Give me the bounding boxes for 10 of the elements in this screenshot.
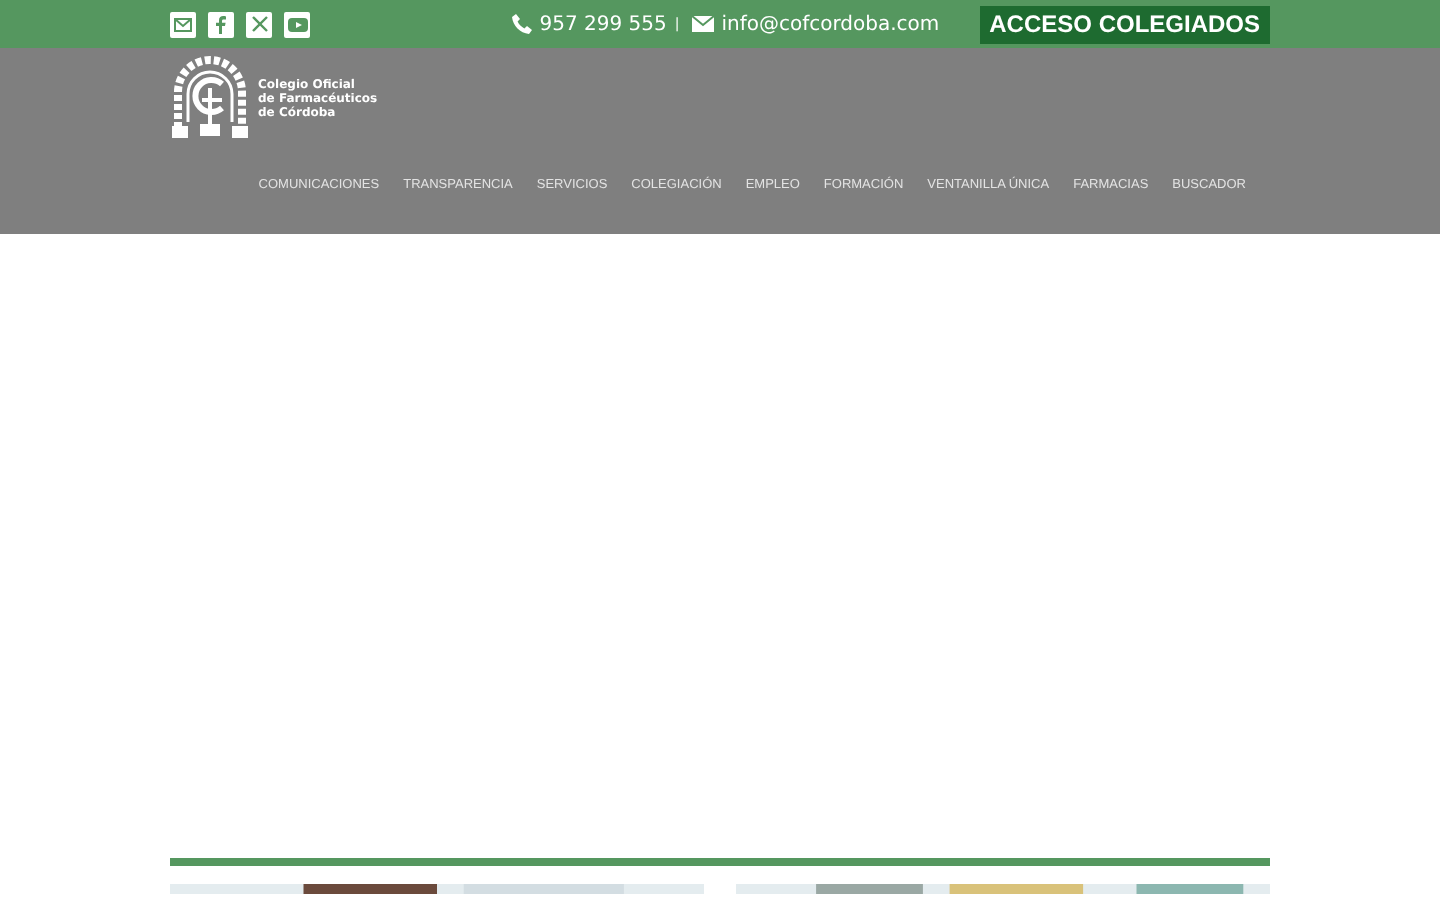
x-icon[interactable] bbox=[246, 11, 272, 37]
youtube-icon[interactable] bbox=[284, 11, 310, 37]
phone-number[interactable]: 957 299 555 bbox=[539, 13, 667, 35]
facebook-icon[interactable] bbox=[208, 11, 234, 37]
phone-icon bbox=[511, 14, 532, 34]
mail-icon[interactable] bbox=[170, 11, 196, 37]
mail-icon bbox=[691, 16, 714, 32]
members-access-button[interactable]: ACCESO COLEGIADOS bbox=[979, 5, 1270, 43]
logo-icon[interactable] bbox=[170, 56, 250, 140]
email-link[interactable]: info@cofcordoba.com bbox=[721, 13, 940, 35]
